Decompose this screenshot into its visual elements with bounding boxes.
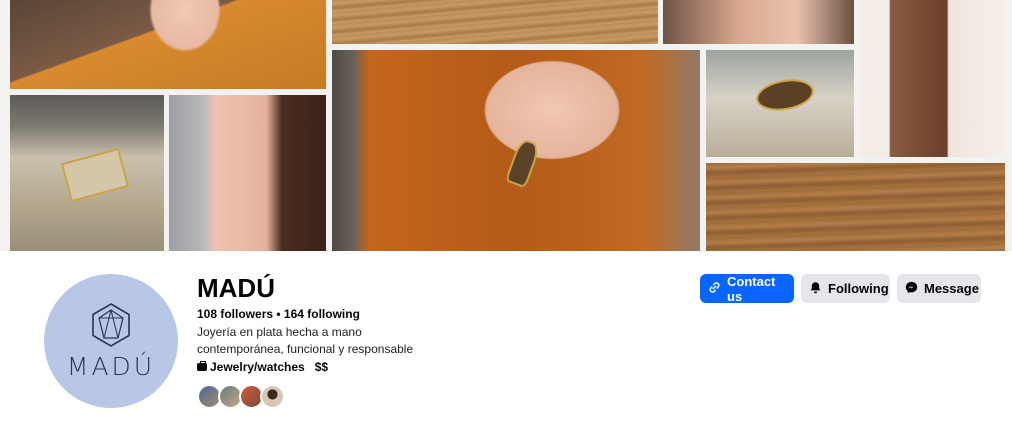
profile-actions: Contact us Following Message: [700, 273, 981, 304]
follower-stats[interactable]: 108 followers • 164 following: [197, 307, 360, 321]
necklace-pendant-shape: [504, 137, 542, 189]
hexagon-logo-icon: [92, 302, 130, 347]
page-name: MADÚ: [197, 273, 275, 303]
cover-tile-bracelet: [706, 163, 1005, 251]
messenger-icon: [905, 281, 918, 296]
briefcase-icon: [197, 361, 207, 371]
cover-tile-wood: [332, 0, 658, 44]
page-bio: Joyería en plata hecha a mano contemporá…: [197, 324, 437, 358]
cover-tile-pendant-on-wood: [10, 95, 164, 251]
contact-us-button[interactable]: Contact us: [700, 273, 794, 304]
cover-tile-ear: [169, 95, 326, 251]
cover-tile-portrait: [10, 0, 326, 89]
avatar-logo-text: MADÚ: [66, 351, 156, 381]
cover-photo[interactable]: [0, 0, 1012, 251]
message-label: Message: [924, 281, 979, 296]
cover-tile-earring: [860, 0, 1005, 157]
leaf-pendant-shape: [753, 75, 817, 115]
cover-tile-tool: [706, 50, 854, 157]
message-button[interactable]: Message: [897, 274, 981, 303]
bio-line: Joyería en plata hecha a mano: [197, 325, 362, 339]
cover-tile-necklace: [332, 50, 700, 251]
mutual-friends-avatars[interactable]: [197, 384, 285, 409]
cover-tile-face: [663, 0, 854, 44]
following-label: Following: [828, 281, 889, 296]
pendant-shape: [60, 147, 130, 203]
page-category: Jewelry/watches $$: [197, 360, 328, 374]
profile-avatar[interactable]: MADÚ: [44, 274, 178, 408]
bio-line: contemporánea, funcional y responsable: [197, 342, 414, 356]
following-button[interactable]: Following: [801, 274, 890, 303]
friend-avatar[interactable]: [260, 384, 285, 409]
category-label[interactable]: Jewelry/watches: [210, 360, 305, 374]
link-icon: [708, 281, 721, 296]
contact-us-label: Contact us: [727, 273, 776, 304]
price-range: $$: [314, 360, 329, 374]
bell-icon: [809, 281, 822, 296]
